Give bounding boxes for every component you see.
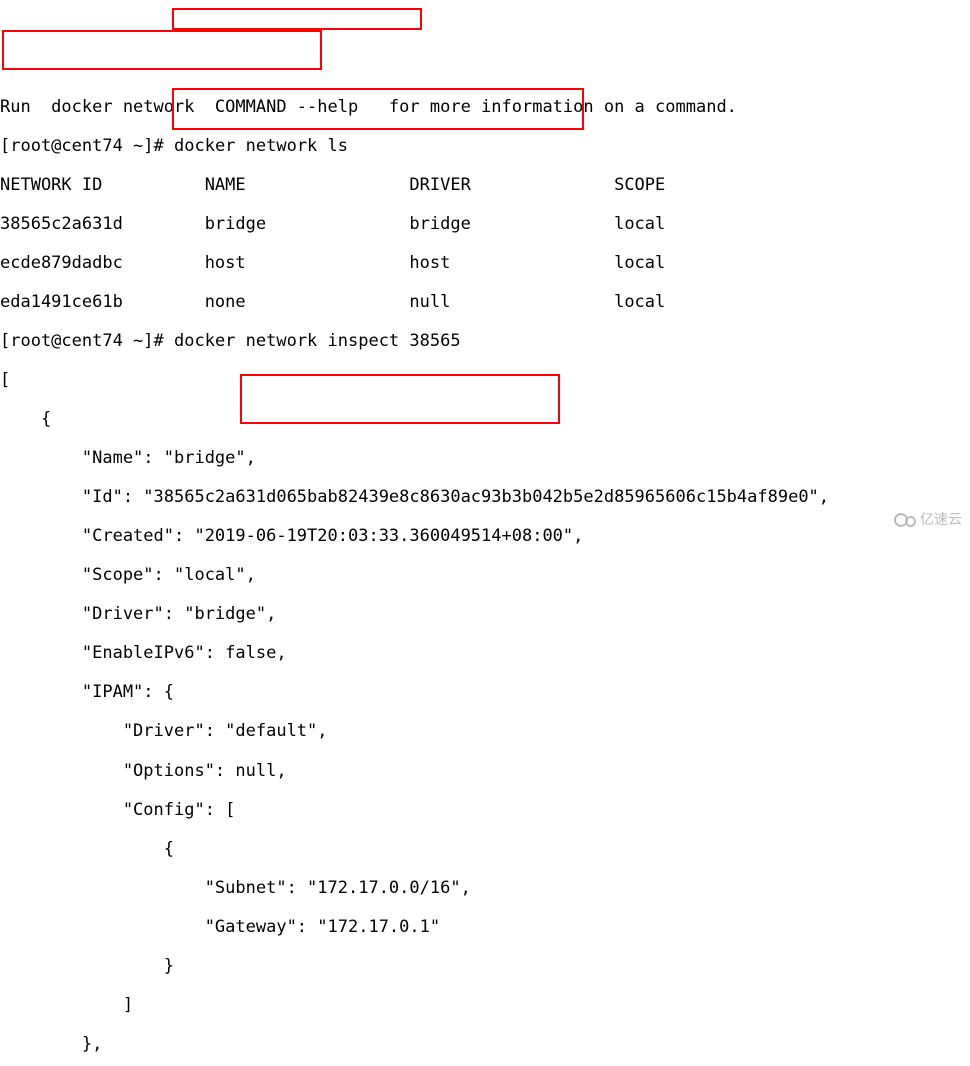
table-header: NETWORK ID NAME DRIVER SCOPE — [0, 176, 970, 196]
cloud-icon — [894, 512, 916, 526]
json-line: "EnableIPv6": false, — [0, 644, 970, 664]
network-row-bridge: 38565c2a631d bridge bridge local — [0, 215, 970, 235]
json-line: } — [0, 957, 970, 977]
json-line: "Gateway": "172.17.0.1" — [0, 918, 970, 938]
terminal-output: Run docker network COMMAND --help for mo… — [0, 78, 970, 1066]
json-line: { — [0, 410, 970, 430]
network-row-none: eda1491ce61b none null local — [0, 293, 970, 313]
json-line: "Name": "bridge", — [0, 449, 970, 469]
json-line: "Driver": "bridge", — [0, 605, 970, 625]
prompt-line-2[interactable]: [root@cent74 ~]# docker network inspect … — [0, 332, 970, 352]
json-line: "Options": null, — [0, 762, 970, 782]
hint-line: Run docker network COMMAND --help for mo… — [0, 98, 970, 118]
network-row-host: ecde879dadbc host host local — [0, 254, 970, 274]
command-2: # docker network inspect 38565 — [154, 331, 461, 351]
json-line: "Driver": "default", — [0, 722, 970, 742]
json-line: }, — [0, 1035, 970, 1055]
json-line: "Scope": "local", — [0, 566, 970, 586]
json-line: "Config": [ — [0, 801, 970, 821]
highlight-box-cmd1 — [172, 8, 422, 30]
json-line: ] — [0, 996, 970, 1016]
highlight-box-bridge-row — [2, 30, 322, 70]
command-1: # docker network ls — [154, 136, 348, 156]
json-line: "Created": "2019-06-19T20:03:33.36004951… — [0, 527, 970, 547]
json-line: { — [0, 840, 970, 860]
json-line: "Id": "38565c2a631d065bab82439e8c8630ac9… — [0, 488, 970, 508]
json-line: "IPAM": { — [0, 683, 970, 703]
prompt-line-1[interactable]: [root@cent74 ~]# docker network ls — [0, 137, 970, 157]
prompt-prefix: [root@cent74 ~] — [0, 331, 154, 351]
watermark-text: 亿速云 — [920, 511, 962, 527]
watermark: 亿速云 — [894, 511, 962, 527]
prompt-prefix: [root@cent74 ~] — [0, 136, 154, 156]
json-line: [ — [0, 371, 970, 391]
json-line: "Subnet": "172.17.0.0/16", — [0, 879, 970, 899]
